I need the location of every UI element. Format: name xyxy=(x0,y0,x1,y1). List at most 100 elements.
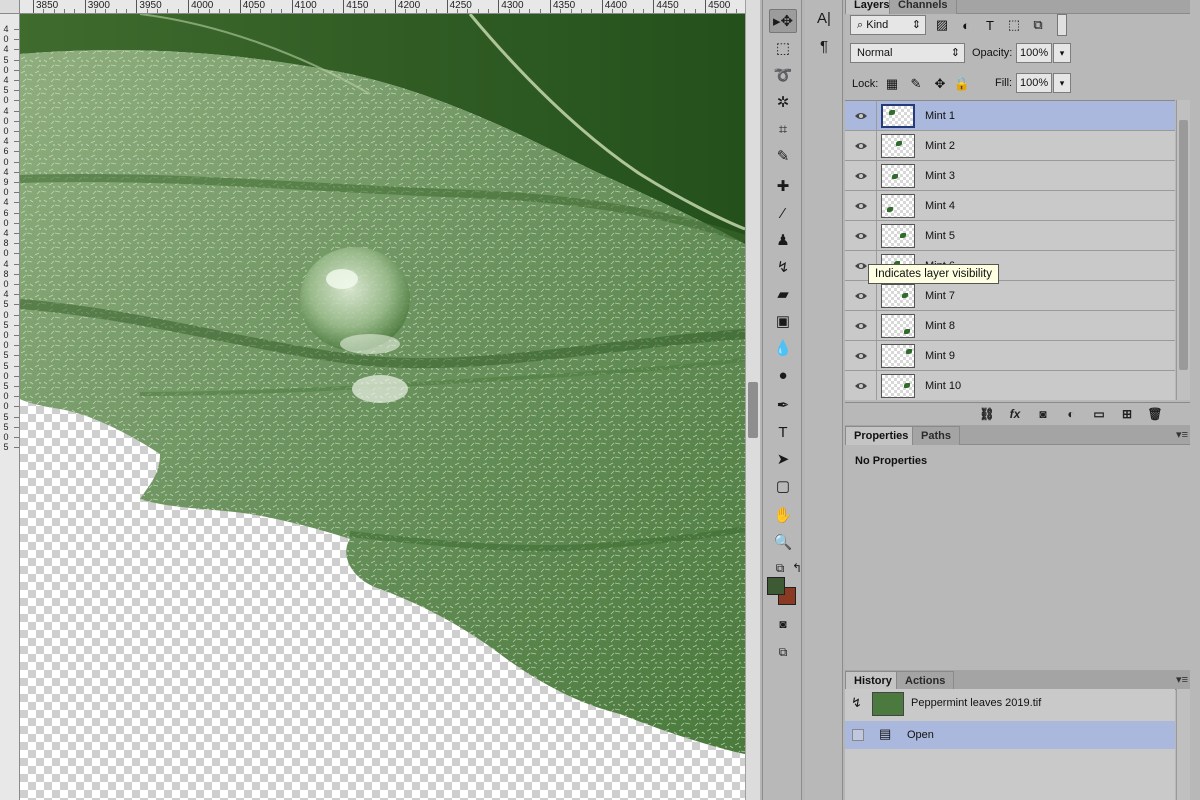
visibility-eye-icon[interactable] xyxy=(845,311,877,341)
panel-menu-icon[interactable]: ▾≡ xyxy=(1176,428,1188,441)
vertical-ruler[interactable]: 4045045040046049046048048045050055050055… xyxy=(0,14,20,800)
trash-icon[interactable]: 🗑 xyxy=(1146,406,1164,422)
adjustment-layer-icon[interactable]: ◐ xyxy=(1062,406,1080,422)
layer-row[interactable]: Mint 2 xyxy=(845,131,1175,161)
path-selection-tool[interactable]: ➤ xyxy=(769,447,797,471)
layer-row[interactable]: Mint 1 xyxy=(845,101,1175,131)
history-brush-source-checkbox[interactable] xyxy=(852,729,864,741)
ruler-minor-tick xyxy=(384,9,386,13)
visibility-eye-icon[interactable] xyxy=(845,161,877,191)
new-layer-icon[interactable]: ⊞ xyxy=(1118,406,1136,422)
lock-transparent-icon[interactable]: ▦ xyxy=(883,75,901,93)
scrollbar-thumb[interactable] xyxy=(748,382,758,438)
layer-name[interactable]: Mint 8 xyxy=(925,320,955,332)
lock-position-icon[interactable]: ✥ xyxy=(931,75,949,93)
scrollbar-thumb[interactable] xyxy=(1179,120,1188,370)
type-tool[interactable]: T xyxy=(769,420,797,444)
layer-name[interactable]: Mint 5 xyxy=(925,230,955,242)
new-group-icon[interactable]: ▭ xyxy=(1090,406,1108,422)
history-brush-icon[interactable]: ↯ xyxy=(851,695,862,711)
blur-tool[interactable]: 💧 xyxy=(769,336,797,360)
filter-toggle-switch[interactable] xyxy=(1057,14,1067,36)
visibility-eye-icon[interactable] xyxy=(845,191,877,221)
move-tool[interactable]: ▸✥ xyxy=(769,9,797,33)
healing-brush-tool[interactable]: ✚ xyxy=(769,174,797,198)
opacity-dropdown-button[interactable]: ▾ xyxy=(1053,43,1071,63)
blend-mode-select[interactable]: Normal ⇕ xyxy=(850,43,965,63)
history-list[interactable]: ↯ Peppermint leaves 2019.tif ▤ Open xyxy=(845,689,1175,800)
shape-filter-icon[interactable]: ⬚ xyxy=(1005,16,1023,34)
visibility-eye-icon[interactable] xyxy=(845,101,877,131)
type-filter-icon[interactable]: T xyxy=(981,16,999,34)
layer-style-icon[interactable]: fx xyxy=(1006,406,1024,422)
layer-name[interactable]: Mint 2 xyxy=(925,140,955,152)
history-brush-tool[interactable]: ↯ xyxy=(769,255,797,279)
layer-row[interactable]: Mint 5 xyxy=(845,221,1175,251)
fill-dropdown-button[interactable]: ▾ xyxy=(1053,73,1071,93)
tab-actions[interactable]: Actions xyxy=(896,671,955,690)
shape-tool[interactable]: ▢ xyxy=(769,474,797,498)
tab-history[interactable]: History xyxy=(845,671,901,690)
gradient-tool[interactable]: ▣ xyxy=(769,309,797,333)
hand-tool[interactable]: ✋ xyxy=(769,503,797,527)
layer-mask-icon[interactable]: ◙ xyxy=(1034,406,1052,422)
opacity-input[interactable]: 100% xyxy=(1016,43,1052,63)
zoom-tool[interactable]: 🔍 xyxy=(769,530,797,554)
lock-all-icon[interactable]: 🔒 xyxy=(953,75,971,93)
lock-image-icon[interactable]: ✎ xyxy=(907,75,925,93)
visibility-eye-icon[interactable] xyxy=(845,131,877,161)
history-state-open[interactable]: ▤ Open xyxy=(845,721,1175,749)
layer-name[interactable]: Mint 10 xyxy=(925,380,961,392)
history-snapshot[interactable]: ↯ Peppermint leaves 2019.tif xyxy=(845,689,1175,719)
foreground-color-swatch[interactable] xyxy=(767,577,785,595)
layer-row[interactable]: Mint 3 xyxy=(845,161,1175,191)
horizontal-ruler[interactable]: 3850 3900 3950 4000 4050 4100 4150 4200 4250 4300… xyxy=(0,0,745,14)
layer-name[interactable]: Mint 9 xyxy=(925,350,955,362)
visibility-eye-icon[interactable] xyxy=(845,371,877,400)
canvas-vertical-scrollbar[interactable] xyxy=(745,0,760,800)
tab-paths[interactable]: Paths xyxy=(912,426,960,445)
layers-scrollbar[interactable] xyxy=(1176,100,1190,400)
visibility-eye-icon[interactable] xyxy=(845,281,877,311)
clone-stamp-tool[interactable]: ♟ xyxy=(769,228,797,252)
panel-menu-icon[interactable]: ▾≡ xyxy=(1176,673,1188,686)
visibility-eye-icon[interactable] xyxy=(845,341,877,371)
tab-channels[interactable]: Channels xyxy=(889,0,957,14)
layer-name[interactable]: Mint 3 xyxy=(925,170,955,182)
visibility-eye-icon[interactable] xyxy=(845,221,877,251)
layer-row[interactable]: Mint 9 xyxy=(845,341,1175,371)
layer-name[interactable]: Mint 7 xyxy=(925,290,955,302)
layer-row[interactable]: Mint 4 xyxy=(845,191,1175,221)
ruler-minor-tick xyxy=(219,9,221,13)
ruler-minor-tick xyxy=(353,9,355,13)
paragraph-panel-button[interactable]: ¶ xyxy=(812,34,836,58)
lasso-tool[interactable]: ➰ xyxy=(769,63,797,87)
layer-row[interactable]: Mint 8 xyxy=(845,311,1175,341)
eyedropper-tool[interactable]: ✎ xyxy=(769,144,797,168)
screen-mode-icon[interactable]: ⧉ xyxy=(769,640,797,664)
adjustment-filter-icon[interactable]: ◐ xyxy=(957,16,975,34)
crop-tool[interactable]: ⌗ xyxy=(769,117,797,141)
brush-tool[interactable]: ⁄ xyxy=(769,201,797,225)
layer-name[interactable]: Mint 4 xyxy=(925,200,955,212)
ruler-origin[interactable] xyxy=(0,0,20,14)
marquee-tool[interactable]: ⬚ xyxy=(769,36,797,60)
history-scrollbar[interactable] xyxy=(1176,689,1190,800)
pen-tool[interactable]: ✒ xyxy=(769,393,797,417)
tab-properties[interactable]: Properties xyxy=(845,426,918,445)
layer-name[interactable]: Mint 1 xyxy=(925,110,955,122)
character-panel-button[interactable]: A| xyxy=(812,6,836,30)
document-canvas[interactable] xyxy=(20,14,745,800)
smart-object-filter-icon[interactable]: ⧉ xyxy=(1029,16,1047,34)
magic-wand-tool[interactable]: ✲ xyxy=(769,90,797,114)
layer-row[interactable]: Mint 7 xyxy=(845,281,1175,311)
layer-row[interactable]: Mint 10 xyxy=(845,371,1175,400)
quick-mask-icon[interactable]: ◙ xyxy=(769,612,797,636)
pixel-filter-icon[interactable]: ▨ xyxy=(933,16,951,34)
layers-list[interactable]: Mint 1Mint 2Mint 3Mint 4Mint 5Mint 6Mint… xyxy=(845,100,1175,400)
eraser-tool[interactable]: ▰ xyxy=(769,282,797,306)
fill-input[interactable]: 100% xyxy=(1016,73,1052,93)
link-layers-icon[interactable]: ⛓ xyxy=(978,406,996,422)
kind-filter-select[interactable]: ⌕ Kind ⇕ xyxy=(850,15,926,35)
dodge-tool[interactable]: ● xyxy=(769,363,797,387)
